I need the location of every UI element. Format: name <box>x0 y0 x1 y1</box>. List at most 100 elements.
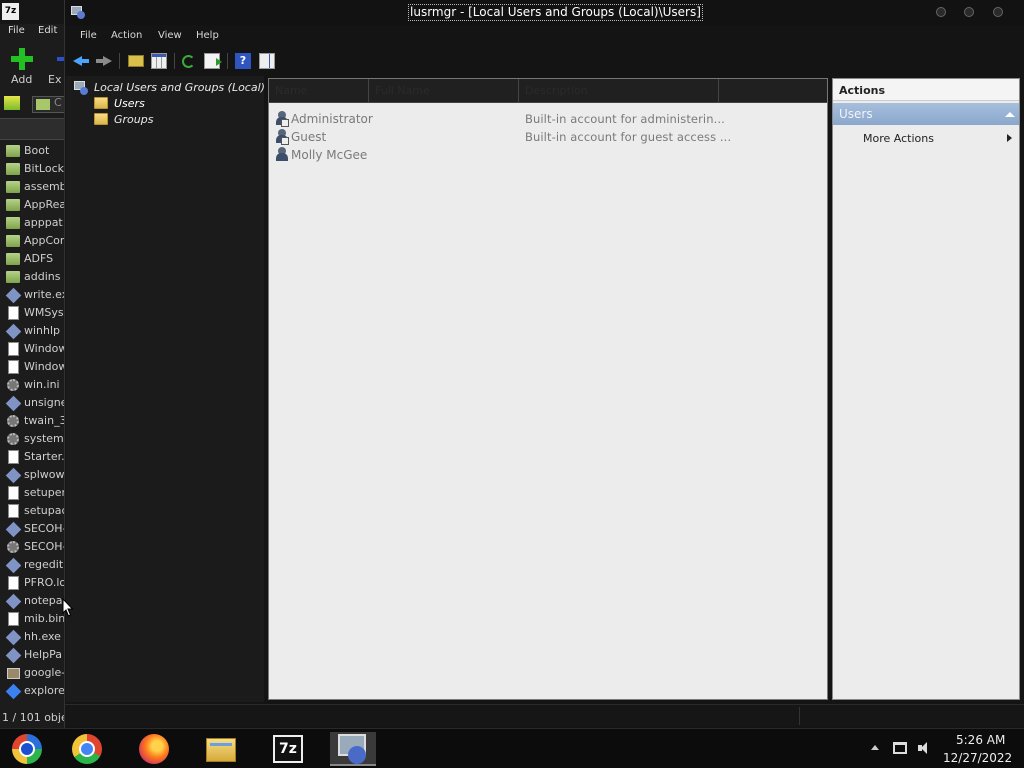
file-file-icon <box>8 504 19 518</box>
file-file-icon <box>8 342 19 356</box>
file-list-item[interactable]: google- <box>0 664 66 682</box>
file-list-item[interactable]: system. <box>0 430 66 448</box>
7zip-icon[interactable]: 7z <box>265 732 311 766</box>
column-header-full-name[interactable]: Full Name <box>369 79 519 103</box>
file-list-item[interactable]: regedit <box>0 556 66 574</box>
file-list-item[interactable]: addins <box>0 268 66 286</box>
menu-file[interactable]: File <box>80 30 97 41</box>
file-name: SECOH- <box>24 540 66 553</box>
user-row[interactable]: Administrator Built-in account for admini… <box>269 110 827 128</box>
tree-root-local-users-groups[interactable]: Local Users and Groups (Local) <box>94 81 265 94</box>
toolbar-separator <box>174 53 175 69</box>
clock-date[interactable]: 12/27/2022 <box>943 751 1012 765</box>
forward-arrow-icon[interactable] <box>96 53 112 69</box>
user-icon <box>275 129 289 145</box>
bg-menu-edit[interactable]: Edit <box>38 25 57 36</box>
file-explorer-icon[interactable] <box>198 732 244 766</box>
collapse-up-icon[interactable] <box>1005 112 1015 117</box>
file-list-item[interactable]: Boot <box>0 142 66 160</box>
menu-action[interactable]: Action <box>111 30 142 41</box>
file-list-item[interactable]: HelpPa <box>0 646 66 664</box>
file-list-item[interactable]: SECOH- <box>0 538 66 556</box>
network-icon[interactable] <box>893 742 907 754</box>
file-list-item[interactable]: winhlp <box>0 322 66 340</box>
close-button[interactable] <box>993 7 1003 17</box>
window-title: lusrmgr - [Local Users and Groups (Local… <box>408 4 703 21</box>
actions-pane: Actions Users More Actions <box>832 78 1020 700</box>
file-list-item[interactable]: setupac <box>0 502 66 520</box>
column-header-description[interactable]: Description <box>519 79 719 103</box>
file-name: setuper <box>24 486 66 499</box>
tree-item-groups[interactable]: Groups <box>114 113 153 126</box>
console-tree-pane[interactable]: Local Users and Groups (Local) Users Gro… <box>66 76 265 702</box>
tree-item-users[interactable]: Users <box>114 97 145 110</box>
user-description: Built-in account for guest access ... <box>525 130 732 144</box>
file-list-item[interactable]: BitLocke <box>0 160 66 178</box>
file-name: apppat <box>24 216 63 229</box>
add-plus-icon[interactable] <box>11 48 33 70</box>
file-name: notepa <box>24 594 63 607</box>
background-menubar: File Edit <box>0 24 66 40</box>
computer-management-icon <box>71 4 87 20</box>
help-icon[interactable]: ? <box>235 53 251 69</box>
file-list-item[interactable]: hh.exe <box>0 628 66 646</box>
back-arrow-icon[interactable] <box>73 53 89 69</box>
maximize-button[interactable] <box>964 7 974 17</box>
file-list-item[interactable]: PFRO.lo <box>0 574 66 592</box>
exe-file-icon <box>5 521 22 538</box>
file-name: HelpPa <box>24 648 62 661</box>
file-list-item[interactable]: AppCon <box>0 232 66 250</box>
up-folder-icon[interactable] <box>4 96 20 110</box>
export-list-icon[interactable] <box>204 53 222 69</box>
file-list-item[interactable]: apppat <box>0 214 66 232</box>
actions-section-users[interactable]: Users <box>833 103 1019 125</box>
file-list-item[interactable]: Starter. <box>0 448 66 466</box>
add-button-label[interactable]: Add <box>11 73 32 86</box>
file-list-item[interactable]: explore <box>0 682 66 700</box>
gear-file-icon <box>7 433 19 445</box>
volume-icon[interactable] <box>918 742 932 754</box>
start-orb-icon[interactable] <box>6 732 52 766</box>
file-list-item[interactable]: write.ex <box>0 286 66 304</box>
file-list-item[interactable]: setuper <box>0 484 66 502</box>
file-list-item[interactable]: mib.bin <box>0 610 66 628</box>
file-list-item[interactable]: Window <box>0 340 66 358</box>
file-list-item[interactable]: SECOH- <box>0 520 66 538</box>
file-name: Boot <box>24 144 50 157</box>
show-hide-console-tree-icon[interactable] <box>151 53 167 69</box>
firefox-icon[interactable] <box>131 732 177 766</box>
file-name: unsigne <box>24 396 66 409</box>
chrome-icon[interactable] <box>64 732 110 766</box>
user-row[interactable]: Guest Built-in account for guest access .… <box>269 128 827 146</box>
minimize-button[interactable] <box>936 7 946 17</box>
file-list-item[interactable]: splwow <box>0 466 66 484</box>
more-actions-item[interactable]: More Actions <box>833 129 1019 147</box>
file-list-item[interactable]: WMSys <box>0 304 66 322</box>
exe-file-icon <box>5 395 22 412</box>
show-hidden-icons-icon[interactable] <box>871 745 879 750</box>
file-list[interactable]: Boot BitLocke assemb AppRea apppat AppCon ADFS… <box>0 142 66 700</box>
users-list-pane[interactable]: Name Full Name Description Administrator… <box>268 78 828 700</box>
lusrmgr-taskbar-icon[interactable] <box>330 732 376 766</box>
show-hide-action-pane-icon[interactable] <box>259 53 275 69</box>
exe-file-icon <box>5 593 22 610</box>
clock-time[interactable]: 5:26 AM <box>956 733 1005 747</box>
file-list-header[interactable] <box>0 118 66 140</box>
refresh-icon[interactable] <box>182 55 195 68</box>
extract-button-label[interactable]: Ex <box>48 73 61 86</box>
file-list-item[interactable]: notepa <box>0 592 66 610</box>
menu-help[interactable]: Help <box>196 30 219 41</box>
file-list-item[interactable]: win.ini <box>0 376 66 394</box>
bg-menu-file[interactable]: File <box>8 25 25 36</box>
file-name: SECOH- <box>24 522 66 535</box>
file-list-item[interactable]: Window <box>0 358 66 376</box>
up-folder-icon[interactable] <box>128 55 144 67</box>
file-list-item[interactable]: unsigne <box>0 394 66 412</box>
file-list-item[interactable]: ADFS <box>0 250 66 268</box>
column-header-name[interactable]: Name <box>269 79 369 103</box>
user-row[interactable]: Molly McGee <box>269 146 827 164</box>
file-list-item[interactable]: assemb <box>0 178 66 196</box>
file-list-item[interactable]: twain_3 <box>0 412 66 430</box>
file-list-item[interactable]: AppRea <box>0 196 66 214</box>
menu-view[interactable]: View <box>158 30 182 41</box>
